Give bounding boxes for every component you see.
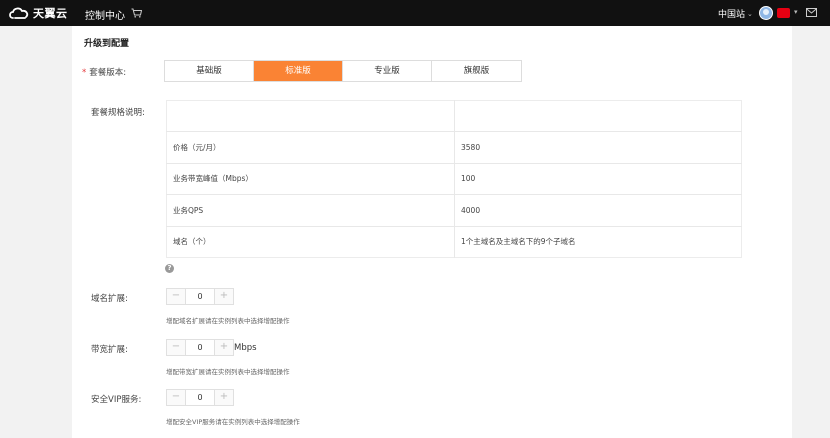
increment-button[interactable]: + bbox=[215, 340, 233, 355]
table-row: 域名（个） 1个主域名及主域名下的9个子域名 bbox=[166, 225, 742, 258]
vip-service-stepper: − 0 + bbox=[166, 389, 234, 406]
user-badge-icon[interactable] bbox=[777, 8, 790, 18]
domain-ext-stepper: − 0 + bbox=[166, 288, 234, 305]
tab-basic[interactable]: 基础版 bbox=[165, 61, 254, 81]
region-selector[interactable]: 中国站 ⌄ bbox=[718, 7, 753, 21]
spec-value: 100 bbox=[454, 162, 742, 195]
increment-button[interactable]: + bbox=[215, 390, 233, 405]
cart-icon[interactable] bbox=[131, 8, 142, 18]
spec-name: 价格（元/月） bbox=[166, 131, 455, 163]
spec-table: 价格（元/月） 3580 业务带宽峰值（Mbps） 100 业务QPS 4000… bbox=[166, 100, 742, 258]
bandwidth-ext-label: 带宽扩展: bbox=[91, 345, 128, 355]
help-icon[interactable]: ? bbox=[165, 264, 174, 273]
decrement-button[interactable]: − bbox=[167, 340, 185, 355]
required-marker: * bbox=[82, 68, 87, 78]
vip-service-hint: 增配安全VIP服务请在实例列表中选择增配操作 bbox=[166, 418, 300, 426]
bandwidth-ext-input[interactable]: 0 bbox=[185, 340, 215, 355]
domain-ext-label: 域名扩展: bbox=[91, 294, 128, 304]
spec-name bbox=[166, 100, 455, 132]
table-row: 业务QPS 4000 bbox=[166, 194, 742, 226]
spec-value bbox=[455, 101, 742, 132]
decrement-button[interactable]: − bbox=[167, 390, 185, 405]
domain-ext-input[interactable]: 0 bbox=[185, 289, 215, 304]
increment-button[interactable]: + bbox=[215, 289, 233, 304]
spec-name: 业务QPS bbox=[166, 194, 455, 226]
vip-service-input[interactable]: 0 bbox=[185, 390, 215, 405]
table-row bbox=[166, 100, 742, 132]
package-tabs: 基础版 标准版 专业版 旗舰版 bbox=[164, 60, 522, 82]
chevron-down-icon: ⌄ bbox=[747, 9, 753, 18]
mail-icon[interactable] bbox=[806, 8, 817, 17]
spec-value: 4000 bbox=[454, 194, 742, 226]
region-label: 中国站 bbox=[718, 10, 746, 20]
section-title: 升级到配置 bbox=[84, 39, 130, 49]
spec-value: 3580 bbox=[454, 131, 742, 163]
decrement-button[interactable]: − bbox=[167, 289, 185, 304]
package-version-label: * 套餐版本: bbox=[82, 66, 126, 78]
package-version-text: 套餐版本: bbox=[89, 68, 127, 78]
nav-console-link[interactable]: 控制中心 bbox=[85, 7, 125, 22]
upgrade-config-panel: 升级到配置 * 套餐版本: 基础版 标准版 专业版 旗舰版 套餐规格说明: 价格（… bbox=[72, 26, 792, 438]
table-row: 业务带宽峰值（Mbps） 100 bbox=[166, 162, 742, 195]
spec-label: 套餐规格说明: bbox=[91, 108, 145, 118]
cloud-logo-icon bbox=[9, 7, 29, 19]
bandwidth-ext-hint: 增配带宽扩展请在实例列表中选择增配操作 bbox=[166, 368, 290, 376]
tab-flagship[interactable]: 旗舰版 bbox=[432, 61, 521, 81]
spec-name: 业务带宽峰值（Mbps） bbox=[166, 162, 455, 195]
tab-professional[interactable]: 专业版 bbox=[343, 61, 432, 81]
brand-name: 天翼云 bbox=[33, 7, 68, 20]
bandwidth-ext-stepper: − 0 + bbox=[166, 339, 234, 356]
brand-logo[interactable]: 天翼云 bbox=[8, 5, 68, 21]
spec-name: 域名（个） bbox=[166, 225, 455, 258]
vip-service-label: 安全VIP服务: bbox=[91, 395, 142, 405]
top-navigation-bar: 天翼云 控制中心 中国站 ⌄ ▾ bbox=[0, 0, 830, 26]
domain-ext-hint: 增配域名扩展请在实例列表中选择增配操作 bbox=[166, 317, 290, 325]
user-avatar[interactable] bbox=[759, 6, 773, 20]
bandwidth-unit: Mbps bbox=[234, 343, 257, 353]
table-row: 价格（元/月） 3580 bbox=[166, 131, 742, 163]
tab-standard[interactable]: 标准版 bbox=[254, 61, 343, 81]
spec-value: 1个主域名及主域名下的9个子域名 bbox=[454, 225, 742, 258]
chevron-down-icon[interactable]: ▾ bbox=[794, 8, 798, 16]
